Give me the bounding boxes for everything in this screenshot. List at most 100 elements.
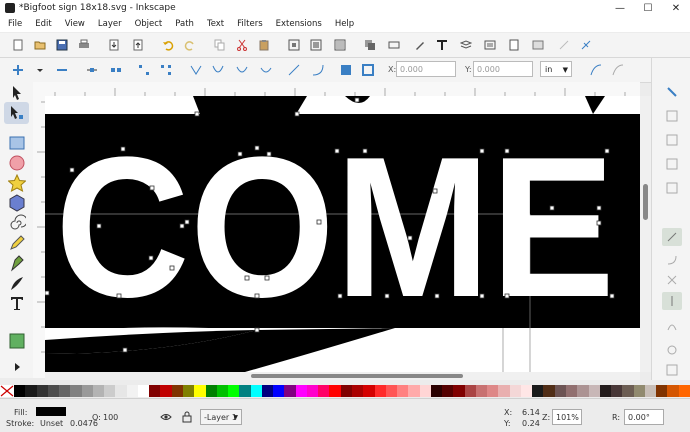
color-swatch[interactable] [566, 385, 578, 397]
y-coordinate-input[interactable]: 0.000 [473, 61, 533, 77]
snap-path-icon[interactable] [666, 254, 678, 266]
color-swatch[interactable] [239, 385, 251, 397]
menu-layer[interactable]: Layer [90, 17, 127, 32]
snap-intersection-icon[interactable] [666, 274, 678, 286]
maximize-button[interactable]: ☐ [634, 0, 662, 17]
color-swatch[interactable] [385, 385, 398, 397]
color-swatch[interactable] [250, 385, 262, 397]
new-document-icon[interactable] [12, 39, 24, 51]
color-swatch[interactable] [104, 385, 116, 397]
color-swatch[interactable] [137, 385, 150, 397]
clone-icon[interactable] [388, 39, 400, 51]
layers-icon[interactable] [460, 39, 472, 51]
gradient-tool-icon[interactable] [8, 332, 26, 350]
import-icon[interactable] [108, 39, 120, 51]
color-swatch[interactable] [92, 385, 105, 397]
bezier-icon[interactable] [558, 39, 570, 51]
pen-tool-icon[interactable] [8, 254, 26, 272]
measure-icon[interactable] [580, 39, 592, 51]
more-tools-chevron-icon[interactable] [8, 358, 26, 376]
canvas-drawing[interactable]: COME [45, 96, 640, 372]
snap-midpoint-icon[interactable] [666, 182, 678, 194]
break-path-icon[interactable] [110, 64, 122, 76]
color-swatch[interactable] [656, 385, 668, 397]
calligraphy-tool-icon[interactable] [8, 274, 26, 292]
color-swatch[interactable] [70, 385, 82, 397]
color-swatch[interactable] [329, 385, 341, 397]
duplicate-icon[interactable] [364, 39, 376, 51]
color-swatch[interactable] [408, 385, 420, 397]
menu-help[interactable]: Help [327, 17, 359, 32]
no-paint-swatch[interactable] [0, 385, 14, 397]
preferences-icon[interactable] [532, 39, 544, 51]
color-swatch[interactable] [430, 385, 443, 397]
rotation-input[interactable]: 0.00° [624, 409, 664, 425]
show-outline-icon[interactable] [612, 64, 624, 76]
minimize-button[interactable]: — [606, 0, 634, 17]
snap-bbox-corner-icon[interactable] [666, 158, 678, 170]
stroke-value[interactable]: Unset [40, 419, 63, 428]
zoom-drawing-icon[interactable] [310, 39, 322, 51]
color-swatch[interactable] [577, 385, 589, 397]
show-handles-icon[interactable] [590, 64, 602, 76]
node-tool-active[interactable] [4, 102, 29, 124]
segment-line-icon[interactable] [288, 64, 300, 76]
rectangle-tool-icon[interactable] [8, 134, 26, 152]
color-swatch[interactable] [667, 385, 679, 397]
vertical-scrollbar[interactable] [640, 96, 651, 372]
color-swatch[interactable] [397, 385, 409, 397]
menu-view[interactable]: View [57, 17, 90, 32]
color-swatch[interactable] [599, 385, 612, 397]
color-swatch[interactable] [351, 385, 364, 397]
color-swatch[interactable] [25, 385, 37, 397]
menu-edit[interactable]: Edit [27, 17, 56, 32]
join-nodes-icon[interactable] [86, 64, 98, 76]
redo-icon[interactable] [184, 39, 196, 51]
export-icon[interactable] [132, 39, 144, 51]
text-tool-icon[interactable] [8, 294, 26, 312]
color-swatch[interactable] [520, 385, 533, 397]
xml-editor-icon[interactable] [414, 39, 426, 51]
text-font-icon[interactable] [436, 39, 448, 51]
color-swatch[interactable] [306, 385, 319, 397]
lock-icon[interactable] [181, 411, 193, 423]
node-smooth-icon[interactable] [212, 64, 224, 76]
color-swatch[interactable] [126, 385, 138, 397]
pencil-tool-icon[interactable] [8, 234, 26, 252]
color-swatch[interactable] [182, 385, 195, 397]
node-symmetric-icon[interactable] [236, 64, 248, 76]
star-tool-icon[interactable] [8, 174, 26, 192]
color-swatch[interactable] [340, 385, 352, 397]
menu-object[interactable]: Object [127, 17, 168, 32]
chevron-down-icon[interactable] [34, 64, 46, 76]
snap-smooth-icon[interactable] [666, 320, 678, 332]
delete-node-icon[interactable] [56, 64, 68, 76]
snap-page-icon[interactable] [666, 364, 678, 376]
color-swatch[interactable] [205, 385, 217, 397]
color-swatch[interactable] [149, 385, 161, 397]
object-to-path-icon[interactable] [340, 64, 352, 76]
color-swatch[interactable] [59, 385, 71, 397]
color-swatch[interactable] [36, 385, 48, 397]
save-icon[interactable] [56, 39, 68, 51]
snap-toggle-icon[interactable] [666, 86, 678, 98]
color-swatch[interactable] [453, 385, 465, 397]
layer-select[interactable]: -Layer 1 ▼ [200, 409, 242, 425]
color-swatch[interactable] [498, 385, 510, 397]
snap-nodes-button[interactable] [662, 228, 682, 246]
color-swatch[interactable] [14, 385, 26, 397]
color-swatch[interactable] [644, 385, 657, 397]
color-swatch[interactable] [295, 385, 307, 397]
node-auto-smooth-icon[interactable] [260, 64, 272, 76]
undo-icon[interactable] [162, 39, 174, 51]
opacity-value[interactable]: 100 [103, 413, 118, 422]
document-properties-icon[interactable] [508, 39, 520, 51]
open-folder-icon[interactable] [34, 39, 46, 51]
color-swatch[interactable] [487, 385, 499, 397]
segment-curve-icon[interactable] [312, 64, 324, 76]
stroke-to-path-icon[interactable] [362, 64, 374, 76]
snap-bbox-icon[interactable] [666, 110, 678, 122]
join-segment-icon[interactable] [138, 64, 150, 76]
top-shape[interactable] [193, 96, 307, 116]
color-swatch[interactable] [194, 385, 206, 397]
